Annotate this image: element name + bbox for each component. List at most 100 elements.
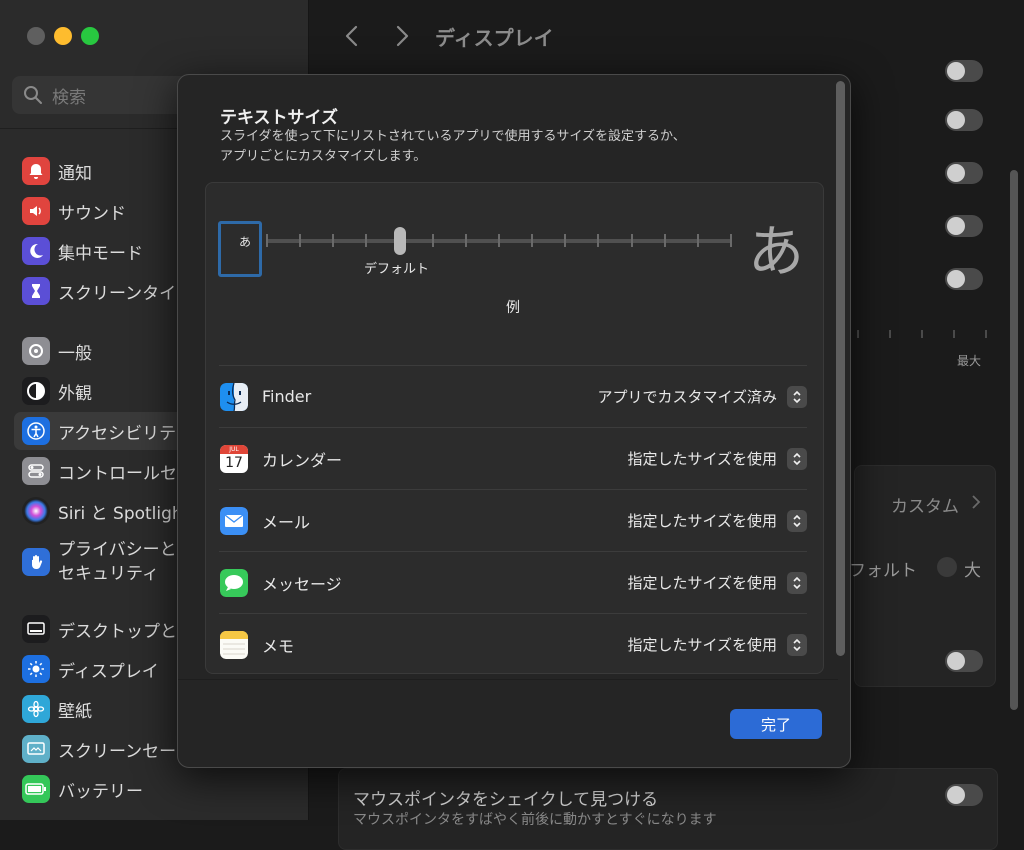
text-size-sheet: テキストサイズ スライダを使って下にリストされているアプリで使用するサイズを設定…: [177, 74, 851, 768]
popup-stepper-icon[interactable]: [787, 571, 807, 594]
slider-tick: [365, 234, 368, 247]
slider-default-label: デフォルト: [364, 262, 430, 277]
sidebar-item-label: デスクトップと: [58, 621, 177, 642]
size-setting-value[interactable]: 指定したサイズを使用: [627, 572, 777, 593]
finder-icon: [220, 382, 248, 411]
app-name: Finder: [262, 387, 312, 406]
minimize-window-button[interactable]: [54, 27, 72, 45]
slider-tick: [299, 234, 302, 247]
close-window-button[interactable]: [27, 27, 45, 45]
popup-stepper-icon[interactable]: [787, 385, 807, 408]
sidebar-item-label: スクリーンタイ: [58, 283, 177, 304]
app-name: メモ: [262, 636, 295, 656]
wallpaper-icon: [22, 695, 50, 723]
sidebar-item-label: サウンド: [58, 203, 126, 224]
main-scrollbar[interactable]: [1010, 170, 1018, 710]
custom-value[interactable]: カスタム: [891, 492, 959, 517]
radio-large[interactable]: [937, 557, 957, 577]
size-setting-value[interactable]: 指定したサイズを使用: [627, 634, 777, 655]
app-name: カレンダー: [262, 450, 343, 470]
popup-stepper-icon[interactable]: [787, 509, 807, 532]
chevron-right-icon: [972, 495, 981, 509]
slider-tick: [730, 234, 732, 247]
app-row-calendar: JUL 17 カレンダー 指定したサイズを使用: [219, 427, 807, 489]
slider-tick: [498, 234, 500, 247]
done-button[interactable]: 完了: [730, 709, 822, 739]
battery-icon: [22, 775, 50, 803]
slider-tick: [464, 234, 467, 247]
hourglass-icon: [22, 277, 50, 305]
sheet-title: テキストサイズ: [220, 108, 338, 128]
sun-icon: [22, 655, 50, 683]
toggle-switch[interactable]: [945, 784, 983, 806]
hand-icon: [22, 548, 50, 576]
toggle-switch[interactable]: [945, 268, 983, 290]
slider-tick: [597, 234, 600, 247]
sidebar-item-label: 集中モード: [58, 243, 143, 264]
text-size-slider-ticks: [857, 330, 987, 340]
toggle-switch[interactable]: [945, 162, 983, 184]
sidebar-item-label: スクリーンセー: [58, 741, 177, 762]
toggle-switch[interactable]: [945, 650, 983, 672]
small-text-preview[interactable]: あ: [218, 221, 262, 277]
sidebar-item-label: バッテリー: [58, 781, 143, 802]
control-center-icon: [22, 457, 50, 485]
bell-icon: [22, 157, 50, 185]
sidebar-item-label: アクセシビリテ: [58, 423, 177, 444]
size-setting-value[interactable]: 指定したサイズを使用: [627, 448, 777, 469]
size-setting-value[interactable]: 指定したサイズを使用: [627, 510, 777, 531]
window-controls: [27, 27, 99, 45]
size-setting-value[interactable]: アプリでカスタマイズ済み: [597, 386, 777, 407]
sidebar-item-battery[interactable]: バッテリー: [14, 770, 304, 808]
messages-icon: [220, 568, 248, 597]
app-row-messages: メッセージ 指定したサイズを使用: [219, 551, 807, 613]
slider-knob[interactable]: [393, 227, 406, 255]
siri-icon: [22, 497, 50, 525]
zoom-window-button[interactable]: [81, 27, 99, 45]
toggle-switch[interactable]: [945, 109, 983, 131]
slider-tick: [564, 234, 567, 247]
mail-icon: [220, 506, 248, 535]
sidebar-item-label: 通知: [58, 163, 92, 184]
slider-tick: [531, 234, 534, 247]
small-glyph: あ: [239, 235, 252, 249]
toggle-switch[interactable]: [945, 215, 983, 237]
app-row-notes: メモ 指定したサイズを使用: [219, 613, 807, 675]
app-row-finder: Finder アプリでカスタマイズ済み: [219, 365, 807, 427]
forward-chevron-icon[interactable]: [389, 22, 415, 50]
toolbar: ディスプレイ: [309, 0, 1024, 70]
sidebar-item-label: 壁紙: [58, 701, 92, 722]
popup-stepper-icon[interactable]: [787, 633, 807, 656]
toggle-switch[interactable]: [945, 60, 983, 82]
search-icon: [24, 86, 42, 104]
slider-tick: [332, 234, 335, 247]
desktop-icon: [22, 615, 50, 643]
sheet-scrollbar[interactable]: [836, 81, 845, 656]
default-option-label: フォルト: [849, 561, 917, 581]
appearance-icon: [22, 377, 50, 405]
slider-max-label: 最大: [957, 354, 982, 368]
slider-tick: [431, 234, 434, 247]
back-chevron-icon[interactable]: [339, 22, 365, 50]
sidebar-item-label: 外観: [58, 383, 92, 404]
popup-stepper-icon[interactable]: [787, 447, 807, 470]
notes-icon: [220, 630, 248, 659]
sidebar-item-label: Siri と Spotligh: [58, 503, 183, 524]
screensaver-icon: [22, 735, 50, 763]
large-option-label: 大: [964, 561, 981, 581]
slider-tick: [696, 234, 699, 247]
page-title: ディスプレイ: [435, 26, 554, 50]
app-row-mail: メール 指定したサイズを使用: [219, 489, 807, 551]
speaker-icon: [22, 197, 50, 225]
calendar-icon: JUL 17: [220, 444, 248, 473]
large-glyph: あ: [748, 220, 804, 285]
example-label: 例: [506, 300, 520, 316]
search-placeholder: 検索: [52, 87, 86, 108]
sidebar-item-label: プライバシーと セキュリティ: [58, 540, 177, 584]
sheet-divider: [178, 679, 838, 680]
text-size-panel: あ デフォルト あ 例 Finder アプリでカスタマイズ済み JUL 17 カ…: [205, 182, 824, 674]
slider-tick: [266, 234, 268, 247]
sidebar-item-label: ディスプレイ: [58, 661, 159, 682]
slider-tick: [663, 234, 666, 247]
app-list: Finder アプリでカスタマイズ済み JUL 17 カレンダー 指定したサイズ…: [219, 365, 807, 675]
